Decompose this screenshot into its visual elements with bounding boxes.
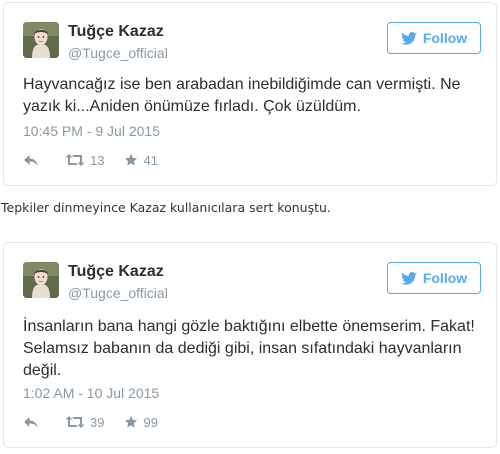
retweet-icon	[65, 154, 85, 166]
avatar[interactable]	[23, 22, 59, 58]
retweet-button[interactable]: 13	[65, 153, 104, 168]
follow-label: Follow	[422, 30, 468, 46]
tweet-actions: 13 41	[23, 151, 158, 169]
timestamp[interactable]: 10:45 PM - 9 Jul 2015	[23, 123, 160, 139]
retweet-count: 13	[90, 152, 105, 168]
star-icon	[125, 415, 138, 428]
display-name[interactable]: Tuğçe Kazaz	[68, 263, 164, 281]
display-name[interactable]: Tuğçe Kazaz	[68, 23, 164, 41]
screen-name[interactable]: @Tugce_official	[68, 285, 168, 301]
follow-button[interactable]: Follow	[387, 262, 481, 294]
follow-label: Follow	[422, 270, 468, 286]
reply-button[interactable]	[23, 154, 39, 167]
favorite-count: 41	[143, 152, 158, 168]
favorite-count: 99	[143, 414, 158, 430]
timestamp[interactable]: 1:02 AM - 10 Jul 2015	[23, 385, 159, 401]
follow-button[interactable]: Follow	[387, 22, 481, 54]
retweet-icon	[65, 416, 85, 428]
reply-button[interactable]	[23, 416, 39, 429]
tweet-card: Tuğçe Kazaz @Tugce_official Follow Hayva…	[3, 2, 497, 186]
twitter-bird-icon	[401, 31, 417, 45]
tweet-actions: 39 99	[23, 413, 158, 431]
retweet-button[interactable]: 39	[65, 415, 104, 430]
reply-arrow-icon	[24, 416, 38, 428]
twitter-bird-icon	[401, 271, 417, 285]
tweet-card: Tuğçe Kazaz @Tugce_official Follow İnsan…	[3, 242, 497, 448]
star-icon	[125, 153, 138, 166]
tweet-text: Hayvancağız ise ben arabadan inebildiğim…	[23, 76, 461, 115]
retweet-count: 39	[90, 414, 105, 430]
screen-name[interactable]: @Tugce_official	[68, 45, 168, 61]
favorite-button[interactable]: 99	[124, 414, 158, 430]
article-caption: Tepkiler dinmeyince Kazaz kullanıcılara …	[1, 200, 331, 215]
reply-arrow-icon	[24, 154, 38, 166]
favorite-button[interactable]: 41	[124, 152, 158, 168]
avatar[interactable]	[23, 262, 59, 298]
tweet-text: İnsanların bana hangi gözle baktığını el…	[23, 318, 475, 379]
